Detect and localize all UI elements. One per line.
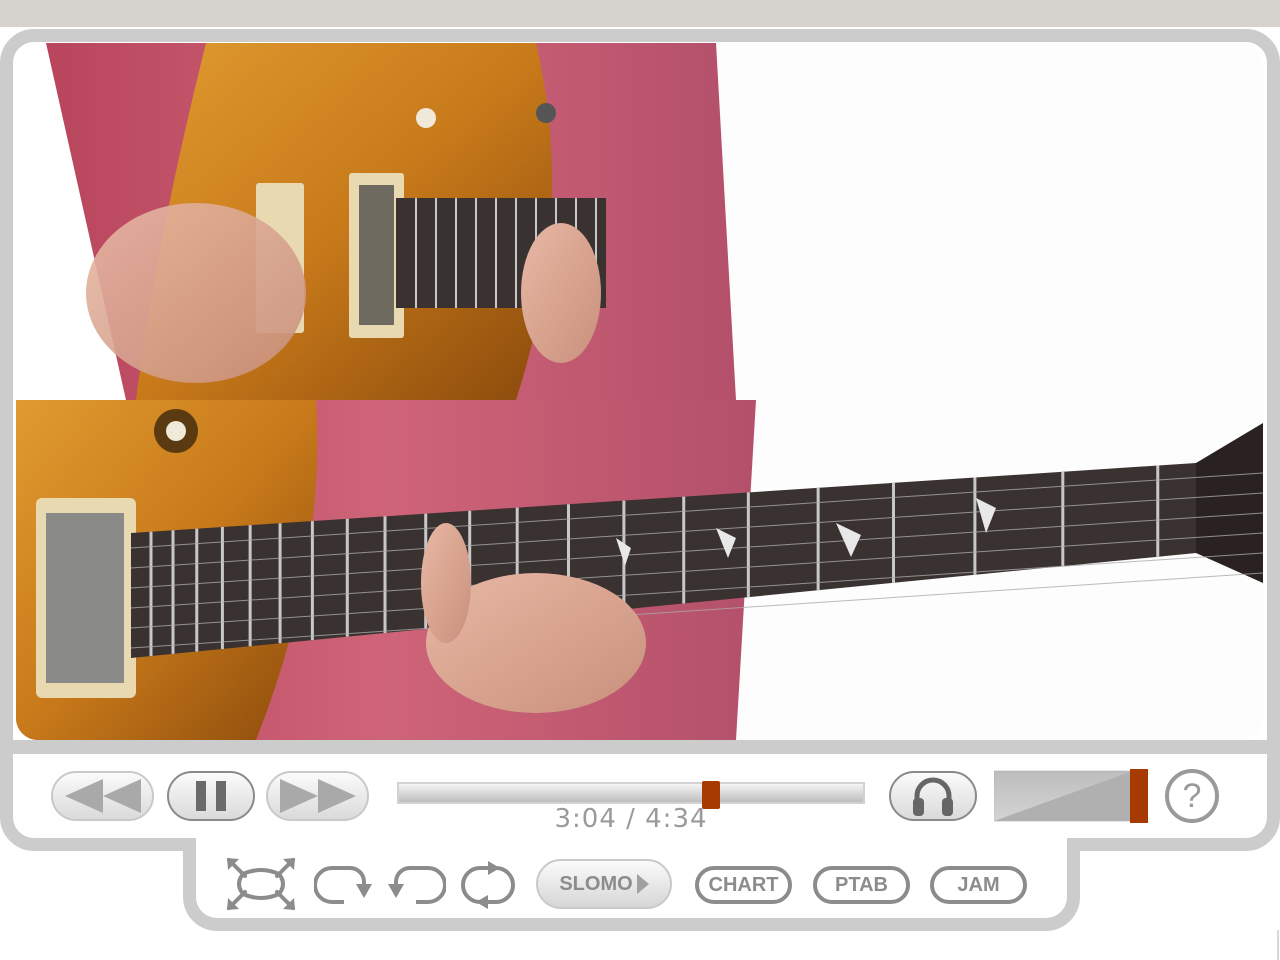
video-frame-illustration [16,43,1263,740]
play-triangle-icon [636,874,649,894]
slomo-button[interactable]: SLOMO [536,859,672,909]
browser-top-bar [0,0,1280,27]
help-icon: ? [1182,776,1202,815]
time-readout: 3:04 / 4:34 [554,804,708,834]
rewind-icon [64,779,141,813]
fretting-hand-upper [521,223,601,363]
fast-forward-button[interactable] [266,771,369,821]
loop-forward-icon[interactable] [314,862,376,906]
slomo-label: SLOMO [559,872,633,895]
pause-icon [196,781,226,811]
fullscreen-icon[interactable] [225,856,297,912]
video-divider [0,740,1280,754]
picking-hand [86,203,306,383]
jam-label: JAM [957,873,1000,896]
chart-button[interactable]: CHART [695,866,792,904]
chart-label: CHART [708,873,779,896]
volume-slider[interactable] [993,769,1148,823]
ptab-button[interactable]: PTAB [813,866,910,904]
jam-button[interactable]: JAM [930,866,1027,904]
repeat-icon[interactable] [460,860,516,910]
video-display[interactable] [16,43,1263,740]
rewind-button[interactable] [51,771,154,821]
upper-split-view [16,43,736,400]
pause-button[interactable] [167,771,255,821]
seek-bar[interactable] [397,781,865,809]
fast-forward-icon [279,779,356,813]
audio-button[interactable] [889,771,977,821]
headphones-icon [913,777,953,816]
help-button[interactable]: ? [1165,769,1219,823]
loop-back-icon[interactable] [384,862,446,906]
volume-ramp [993,769,1148,823]
ptab-label: PTAB [835,873,888,896]
volume-thumb[interactable] [1130,769,1148,823]
page-edge-mark [1277,930,1279,960]
